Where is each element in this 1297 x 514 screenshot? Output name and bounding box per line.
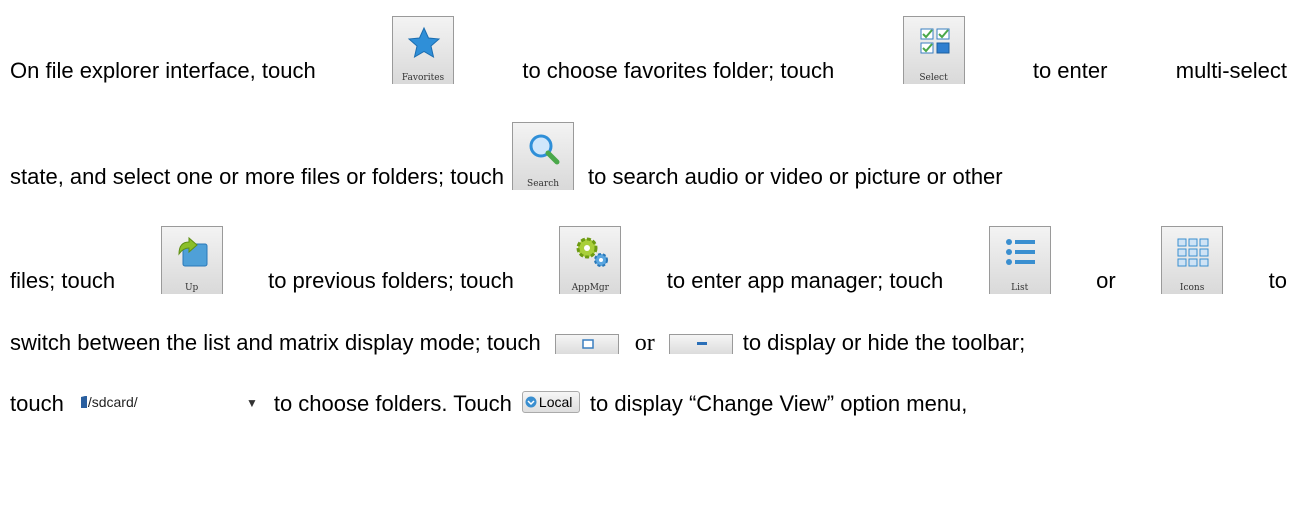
local-icon: [525, 396, 537, 408]
list-view-button: List: [988, 226, 1051, 294]
text-l5-c: to display “Change View” option menu,: [589, 391, 968, 416]
window-icon: [581, 339, 594, 349]
paragraph-line-5: touch /sdcard/ ▼ to choose folders. Touc…: [0, 383, 1297, 417]
folder-dropdown: /sdcard/ ▼: [80, 391, 266, 413]
gears-icon: [576, 237, 609, 267]
text-l3-b: to previous folders; touch: [268, 268, 514, 293]
text-l3-d: or: [1096, 268, 1116, 293]
text-l3-a: files; touch: [10, 268, 116, 293]
grid-icon: [1177, 238, 1209, 267]
text-l2-a: state, and select one or more files or f…: [10, 164, 505, 189]
paragraph-line-4: switch between the list and matrix displ…: [0, 326, 1297, 356]
folder-dropdown-value: /sdcard/: [87, 394, 138, 410]
text-l5-a: touch: [10, 391, 64, 416]
text-l5-b: to choose folders. Touch: [273, 391, 512, 416]
hide-toolbar-button: [668, 334, 733, 354]
multi-select-icon: [920, 28, 950, 54]
up-button: Up: [160, 226, 223, 294]
text-l2-b: to search audio or video or picture or o…: [588, 164, 1003, 189]
text-l4-a: switch between the list and matrix displ…: [10, 330, 541, 355]
folder-up-icon: [178, 236, 208, 267]
text-l4-b: or: [634, 330, 655, 356]
text-l1-b: to choose favorites folder; touch: [522, 58, 835, 83]
dropdown-arrow-icon: ▼: [245, 396, 258, 410]
select-button: Select: [902, 16, 965, 84]
text-l4-c: to display or hide the toolbar;: [742, 330, 1026, 355]
favorites-button: Favorites: [392, 16, 455, 84]
show-toolbar-button: [554, 334, 619, 354]
text-l3-c: to enter app manager; touch: [666, 268, 944, 293]
star-icon: [407, 26, 441, 59]
appmgr-button: AppMgr: [559, 226, 622, 294]
list-icon: [1005, 239, 1035, 265]
paragraph-line-1: On file explorer interface, touch Favori…: [0, 12, 1297, 84]
text-l1-a: On file explorer interface, touch: [10, 58, 316, 83]
document-page: On file explorer interface, touch Favori…: [0, 0, 1297, 514]
paragraph-line-2: state, and select one or more files or f…: [0, 118, 1297, 190]
magnifier-icon: [529, 134, 560, 165]
text-l3-e: to: [1268, 268, 1287, 293]
sdcard-icon: [80, 396, 87, 408]
text-l1-c: to enter: [1032, 58, 1108, 83]
search-button: Search: [512, 122, 575, 190]
local-button: Local: [521, 391, 580, 413]
icons-view-button: Icons: [1161, 226, 1224, 294]
paragraph-line-3: files; touch Up to previous folders; tou…: [0, 222, 1297, 294]
minus-icon: [696, 342, 707, 345]
text-l1-d: multi-select: [1175, 58, 1287, 83]
